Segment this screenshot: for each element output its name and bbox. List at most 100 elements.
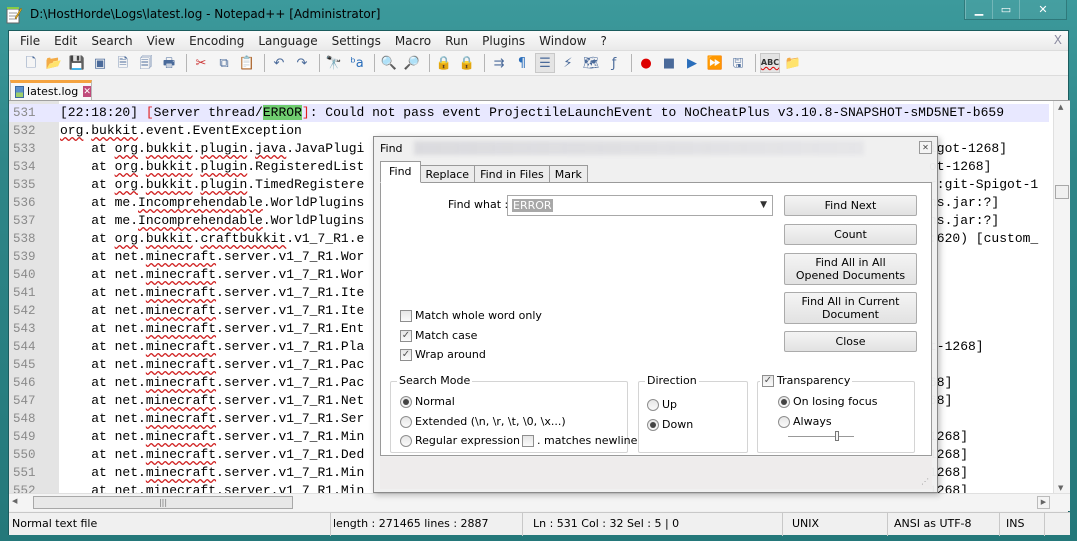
- normal-radio[interactable]: [400, 395, 412, 408]
- close-window-button[interactable]: ✕: [1019, 0, 1066, 19]
- sync-vertical-button[interactable]: 🔒: [434, 53, 454, 73]
- editor-line[interactable]: 531 [22:18:20] [Server thread/ERROR]: Cou…: [9, 104, 1049, 122]
- find-all-opened-button[interactable]: Find All in All Opened Documents: [784, 253, 917, 285]
- regex-radio[interactable]: [400, 434, 412, 447]
- tab-replace[interactable]: Replace: [419, 165, 476, 183]
- close-all-button[interactable]: 🗐: [136, 53, 156, 73]
- transparency-slider-knob[interactable]: [834, 431, 839, 441]
- macro-stop-button[interactable]: ■: [659, 53, 679, 73]
- find-button[interactable]: 🔭: [324, 53, 344, 73]
- close-tab-icon[interactable]: ✕: [83, 86, 91, 97]
- search-mode-extended[interactable]: Extended (\n, \r, \t, \0, \x...): [400, 415, 566, 428]
- transparency-legend[interactable]: ✓ Transparency: [760, 374, 853, 387]
- indent-guide-button[interactable]: ☰: [535, 53, 555, 73]
- transparency-slider[interactable]: [788, 431, 854, 441]
- menu-edit[interactable]: Edit: [47, 34, 84, 48]
- search-mode-regex[interactable]: Regular expression: [400, 434, 520, 447]
- macro-save-button[interactable]: 🖫: [728, 53, 748, 73]
- zoom-in-button[interactable]: 🔍: [379, 53, 399, 73]
- minimize-button[interactable]: ▁: [965, 0, 992, 19]
- code-token: .server.v1_7_R1.Net: [216, 393, 365, 408]
- direction-down[interactable]: Down: [647, 418, 693, 431]
- horizontal-scroll-thumb[interactable]: |||: [33, 496, 293, 509]
- match-case-option[interactable]: ✓ Match case: [400, 329, 477, 342]
- scroll-up-arrow-icon[interactable]: ▲: [1058, 103, 1063, 111]
- find-what-combobox[interactable]: ERROR ▼: [507, 195, 773, 216]
- tab-find-in-files[interactable]: Find in Files: [474, 165, 550, 183]
- cut-button[interactable]: ✂: [191, 53, 211, 73]
- down-radio[interactable]: [647, 418, 659, 431]
- function-list-button[interactable]: ƒ: [604, 53, 624, 73]
- macro-run-multiple-button[interactable]: ⏩: [705, 53, 725, 73]
- open-file-button[interactable]: 📂: [44, 53, 64, 73]
- macro-record-button[interactable]: ●: [636, 53, 656, 73]
- up-radio[interactable]: [647, 398, 659, 411]
- count-button[interactable]: Count: [784, 224, 917, 245]
- print-button[interactable]: 🖶: [159, 53, 179, 73]
- dialog-close-button[interactable]: ✕: [919, 141, 932, 154]
- macro-play-button[interactable]: ▶: [682, 53, 702, 73]
- close-button[interactable]: Close: [784, 331, 917, 352]
- find-all-current-button[interactable]: Find All in Current Document: [784, 292, 917, 324]
- line-text: at net.minecraft.server.v1_7_R1.Ite: [60, 284, 364, 302]
- plugin-folder-button[interactable]: 📁: [783, 53, 803, 73]
- transparency-checkbox[interactable]: ✓: [762, 374, 774, 387]
- wrap-around-option[interactable]: ✓ Wrap around: [400, 348, 486, 361]
- direction-up[interactable]: Up: [647, 398, 677, 411]
- show-all-chars-button[interactable]: ¶: [512, 53, 532, 73]
- vertical-scrollbar[interactable]: ▲ ▼: [1053, 101, 1070, 494]
- menu-help[interactable]: ?: [593, 34, 613, 48]
- dropdown-arrow-icon[interactable]: ▼: [760, 200, 767, 210]
- tab-find[interactable]: Find: [380, 161, 421, 183]
- tab-latest-log[interactable]: latest.log ✕: [10, 80, 92, 100]
- menu-plugins[interactable]: Plugins: [475, 34, 532, 48]
- match-whole-word-checkbox[interactable]: [400, 309, 412, 322]
- search-mode-normal[interactable]: Normal: [400, 395, 455, 408]
- word-wrap-button[interactable]: ⇉: [489, 53, 509, 73]
- title-bar[interactable]: D:\HostHorde\Logs\latest.log - Notepad++…: [0, 0, 1077, 30]
- on-losing-focus-radio[interactable]: [778, 395, 790, 408]
- undo-button[interactable]: ↶: [269, 53, 289, 73]
- always-radio[interactable]: [778, 415, 790, 428]
- tab-mark[interactable]: Mark: [548, 165, 588, 183]
- wrap-around-checkbox[interactable]: ✓: [400, 348, 412, 361]
- menu-language[interactable]: Language: [251, 34, 324, 48]
- vertical-scroll-thumb[interactable]: [1055, 185, 1069, 199]
- new-file-button[interactable]: 🗋: [21, 53, 41, 73]
- save-all-button[interactable]: ▣: [90, 53, 110, 73]
- transparency-always[interactable]: Always: [778, 415, 832, 428]
- matches-newline-option[interactable]: . matches newline: [522, 434, 637, 447]
- resize-grip-icon[interactable]: ⋰: [921, 477, 929, 486]
- replace-button[interactable]: ᵇa: [347, 53, 367, 73]
- close-button[interactable]: 🗎: [113, 53, 133, 73]
- user-defined-language-button[interactable]: ⚡: [558, 53, 578, 73]
- menu-macro[interactable]: Macro: [388, 34, 438, 48]
- zoom-out-button[interactable]: 🔎: [402, 53, 422, 73]
- transparency-on-losing-focus[interactable]: On losing focus: [778, 395, 878, 408]
- document-map-button[interactable]: 🗺: [581, 53, 601, 73]
- redo-button[interactable]: ↷: [292, 53, 312, 73]
- menu-settings[interactable]: Settings: [325, 34, 388, 48]
- menu-view[interactable]: View: [140, 34, 182, 48]
- menu-search[interactable]: Search: [84, 34, 139, 48]
- horizontal-scrollbar[interactable]: ◀ ||| ▶: [9, 493, 1070, 511]
- match-whole-word-option[interactable]: Match whole word only: [400, 309, 542, 322]
- spell-check-button[interactable]: ABC: [760, 53, 780, 73]
- extended-radio[interactable]: [400, 415, 412, 428]
- save-button[interactable]: 💾: [67, 53, 87, 73]
- menu-file[interactable]: File: [13, 34, 47, 48]
- paste-button[interactable]: 📋: [237, 53, 257, 73]
- maximize-button[interactable]: ▭: [992, 0, 1019, 19]
- find-next-button[interactable]: Find Next: [784, 195, 917, 216]
- close-document-x[interactable]: X: [1054, 33, 1062, 47]
- menu-run[interactable]: Run: [438, 34, 475, 48]
- menu-window[interactable]: Window: [532, 34, 593, 48]
- scroll-down-arrow-icon[interactable]: ▼: [1058, 484, 1063, 492]
- sync-horizontal-button[interactable]: 🔒: [457, 53, 477, 73]
- matches-newline-checkbox[interactable]: [522, 434, 534, 447]
- copy-button[interactable]: ⧉: [214, 53, 234, 73]
- menu-encoding[interactable]: Encoding: [182, 34, 251, 48]
- scroll-left-arrow-icon[interactable]: ◀: [12, 497, 17, 505]
- match-case-checkbox[interactable]: ✓: [400, 329, 412, 342]
- scroll-right-arrow-icon[interactable]: ▶: [1037, 496, 1050, 509]
